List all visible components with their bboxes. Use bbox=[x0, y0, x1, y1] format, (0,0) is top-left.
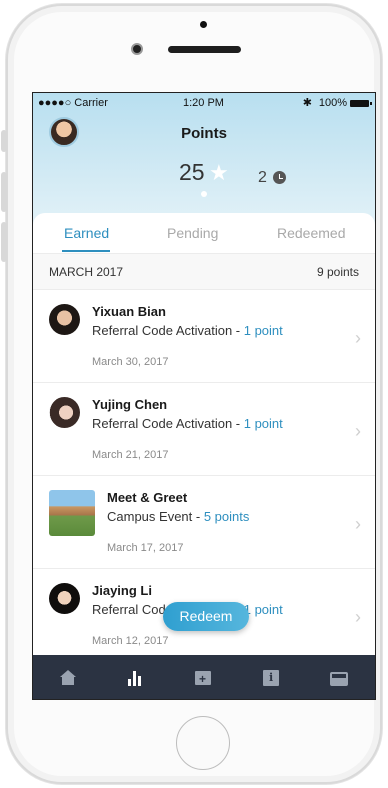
points-tabs: Earned Pending Redeemed bbox=[33, 213, 375, 253]
month-label: MARCH 2017 bbox=[49, 265, 124, 279]
list-item[interactable]: Yujing Chen Referral Code Activation - 1… bbox=[33, 383, 375, 476]
bluetooth-icon: ✱ bbox=[302, 97, 312, 109]
carrier-label: ●●●●○ Carrier bbox=[38, 97, 108, 109]
star-icon: ★ bbox=[209, 160, 229, 185]
tab-earned[interactable]: Earned bbox=[64, 225, 109, 241]
avatar bbox=[49, 304, 80, 335]
item-date: March 21, 2017 bbox=[92, 449, 169, 461]
sensor-dot bbox=[200, 21, 207, 28]
volume-up-button bbox=[1, 172, 7, 212]
page-indicator-dot bbox=[201, 191, 207, 197]
clock: 1:20 PM bbox=[183, 97, 224, 109]
redeem-button[interactable]: Redeem bbox=[163, 602, 249, 631]
avatar bbox=[49, 397, 80, 428]
home-button[interactable] bbox=[176, 716, 230, 770]
item-name: Jiaying Li bbox=[92, 583, 152, 598]
chevron-right-icon: › bbox=[355, 421, 361, 441]
battery-icon bbox=[350, 100, 372, 107]
item-description: Referral Code Activation - 1 point bbox=[92, 416, 283, 431]
chevron-right-icon: › bbox=[355, 328, 361, 348]
event-thumbnail bbox=[49, 490, 95, 536]
status-bar: ●●●●○ Carrier 1:20 PM ✱ 100% bbox=[33, 93, 375, 113]
app-screen: ●●●●○ Carrier 1:20 PM ✱ 100% Points 25 ★… bbox=[32, 92, 376, 700]
avatar bbox=[49, 583, 80, 614]
item-date: March 30, 2017 bbox=[92, 356, 169, 368]
chevron-right-icon: › bbox=[355, 607, 361, 627]
front-camera bbox=[131, 43, 143, 55]
inbox-icon[interactable] bbox=[329, 668, 349, 688]
month-section-header: MARCH 2017 9 points bbox=[33, 253, 375, 290]
item-date: March 17, 2017 bbox=[107, 542, 184, 554]
bottom-tab-bar bbox=[33, 655, 375, 699]
list-item[interactable]: Yixuan Bian Referral Code Activation - 1… bbox=[33, 290, 375, 383]
bar-chart-icon[interactable] bbox=[125, 668, 145, 688]
volume-down-button bbox=[1, 222, 7, 262]
item-date: March 12, 2017 bbox=[92, 635, 169, 647]
item-description: Campus Event - 5 points bbox=[107, 509, 250, 524]
mute-switch bbox=[1, 130, 7, 152]
pending-points-count: 2 bbox=[258, 169, 267, 186]
chevron-right-icon: › bbox=[355, 514, 361, 534]
active-tab-underline bbox=[62, 250, 110, 252]
month-points-total: 9 points bbox=[316, 265, 359, 279]
page-title: Points bbox=[181, 125, 227, 142]
tab-redeemed[interactable]: Redeemed bbox=[277, 225, 346, 241]
calendar-add-icon[interactable] bbox=[193, 668, 213, 688]
tab-pending[interactable]: Pending bbox=[167, 225, 218, 241]
home-icon[interactable] bbox=[58, 668, 78, 688]
list-item[interactable]: Meet & Greet Campus Event - 5 points Mar… bbox=[33, 476, 375, 569]
item-description: Referral Code Activation - 1 point bbox=[92, 323, 283, 338]
battery-percent: 100% bbox=[318, 97, 347, 109]
clock-icon bbox=[273, 171, 286, 184]
item-name: Yujing Chen bbox=[92, 397, 168, 412]
earned-points-count: 25 bbox=[179, 159, 205, 185]
info-book-icon[interactable] bbox=[261, 668, 281, 688]
item-name: Yixuan Bian bbox=[92, 304, 166, 319]
earpiece-speaker bbox=[168, 46, 241, 53]
points-header: ●●●●○ Carrier 1:20 PM ✱ 100% Points 25 ★… bbox=[33, 93, 375, 228]
item-name: Meet & Greet bbox=[107, 490, 188, 505]
